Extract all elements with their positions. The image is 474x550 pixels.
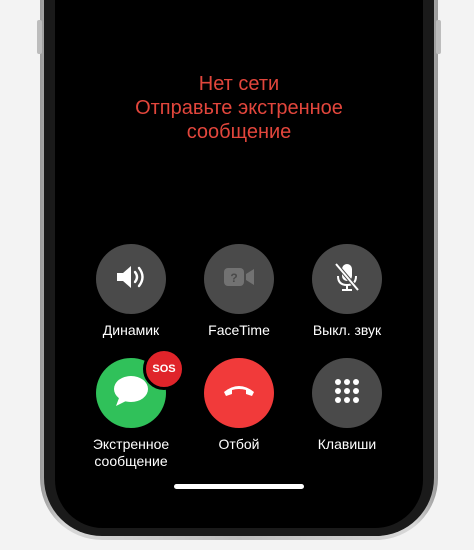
mute-button[interactable]: Выкл. звук (287, 244, 407, 339)
side-button-left (37, 20, 42, 54)
emergency-label-line1: Экстренное (92, 436, 170, 452)
message-bubble-icon (112, 374, 150, 413)
end-call-button[interactable]: Отбой (179, 358, 299, 453)
side-button-right (436, 20, 441, 54)
emergency-label: Экстренное сообщение (71, 436, 191, 470)
speaker-button[interactable]: Динамик (71, 244, 191, 339)
end-call-icon (222, 383, 256, 404)
keypad-button[interactable]: Клавиши (287, 358, 407, 453)
end-call-label: Отбой (218, 436, 260, 452)
no-network-message: Нет сети Отправьте экстренное сообщение (55, 72, 423, 144)
svg-text:?: ? (230, 271, 237, 285)
emergency-message-circle[interactable]: SOS (96, 348, 185, 428)
keypad-circle[interactable] (312, 358, 382, 428)
emergency-label-line2: сообщение (94, 453, 168, 469)
facetime-icon: ? (222, 266, 256, 293)
status-line-2: Отправьте экстренное (135, 97, 343, 119)
speaker-icon (114, 263, 148, 296)
facetime-circle[interactable]: ? (204, 244, 274, 314)
speaker-label: Динамик (102, 322, 160, 338)
emergency-message-button[interactable]: SOS Экстренное сообщение (71, 348, 191, 470)
facetime-label: FaceTime (208, 322, 270, 338)
home-indicator[interactable] (174, 484, 304, 489)
status-line-3: сообщение (186, 121, 292, 143)
mic-off-icon (332, 261, 362, 298)
status-line-1: Нет сети (198, 73, 280, 95)
end-call-circle[interactable] (204, 358, 274, 428)
facetime-button[interactable]: ? FaceTime (179, 244, 299, 339)
call-screen: Нет сети Отправьте экстренное сообщение … (55, 0, 423, 528)
mute-circle[interactable] (312, 244, 382, 314)
keypad-icon (333, 377, 361, 410)
keypad-label: Клавиши (317, 436, 377, 452)
mute-label: Выкл. звук (312, 322, 382, 338)
speaker-circle[interactable] (96, 244, 166, 314)
